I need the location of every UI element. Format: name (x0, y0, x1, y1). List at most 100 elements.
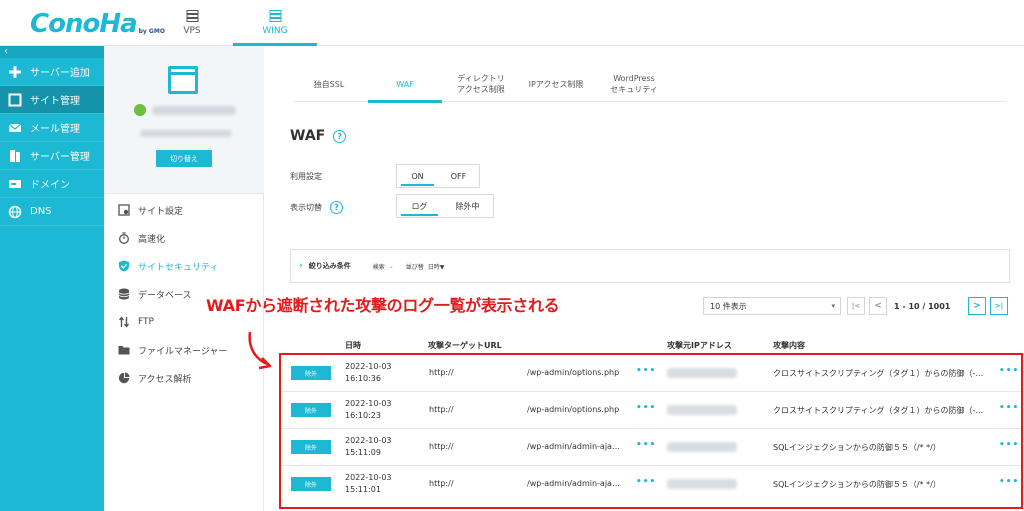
sidebar-item-label: サイト管理 (30, 96, 80, 107)
row-scheme: http:// (429, 442, 454, 451)
annotation-arrow-icon (248, 331, 272, 370)
per-page-select[interactable]: 10 件表示 ▾ (703, 297, 841, 315)
first-page-button[interactable]: |< (847, 297, 865, 315)
chevron-right-icon: › (299, 261, 303, 271)
menu-item-label: ファイルマネージャー (138, 346, 228, 357)
exclude-button[interactable]: 除外 (291, 440, 331, 454)
view-label: 表示切替 ? (290, 200, 343, 214)
tab-directory-access[interactable]: ディレクトリ アクセス制限 (444, 66, 518, 102)
view-toggle: ログ 除外中 (396, 194, 494, 218)
server-icon (10, 149, 20, 162)
url-more-button[interactable]: ••• (636, 366, 656, 376)
tab-vps[interactable]: VPS (150, 0, 234, 46)
source-ip-redacted (667, 442, 737, 452)
main-content: 独自SSL WAF ディレクトリ アクセス制限 IPアクセス制限 WordPre… (206, 46, 1024, 511)
usage-off-button[interactable]: OFF (438, 165, 479, 187)
globe-icon (8, 205, 22, 218)
sidebar-item-label: サーバー追加 (30, 68, 90, 79)
site-panel: 切り替え サイト設定 高速化 サイトセキュリティ データベース FTP ファイル… (104, 46, 264, 511)
exclude-button[interactable]: 除外 (291, 366, 331, 380)
usage-on-button[interactable]: ON (397, 165, 438, 187)
row-time: 16:10:23 (345, 411, 381, 420)
content-more-button[interactable]: ••• (999, 440, 1019, 450)
transfer-icon (118, 316, 130, 328)
help-icon[interactable]: ? (333, 129, 347, 143)
sidebar-item-domain[interactable]: ドメイン (0, 170, 104, 198)
sidebar-item-label: メール管理 (30, 124, 80, 135)
tab-wordpress-security[interactable]: WordPress セキュリティ (598, 66, 670, 102)
tab-label: 独自SSL (313, 79, 345, 89)
tab-label: WordPress セキュリティ (610, 74, 658, 94)
sidebar-collapse-button[interactable]: ‹ (0, 46, 104, 58)
sidebar-item-add-server[interactable]: サーバー追加 (0, 58, 104, 86)
row-content: クロスサイトスクリプティング（タグ１）からの防御（-… (773, 369, 983, 378)
top-bar: ConoHa by GMO VPS WING (0, 0, 1024, 46)
sidebar-item-label: DNS (30, 206, 52, 217)
table-row: 除外 2022-10-03 16:10:36 http:// /wp-admin/… (281, 355, 1021, 392)
menu-item-label: データベース (138, 290, 192, 301)
row-date: 2022-10-03 (345, 473, 392, 482)
view-label-text: 表示切替 (290, 202, 322, 212)
row-time: 15:11:09 (345, 448, 381, 457)
col-header-datetime: 日時 (345, 341, 361, 350)
content-more-button[interactable]: ••• (999, 366, 1019, 376)
view-excluded-button[interactable]: 除外中 (442, 195, 493, 217)
per-page-value: 10 件表示 (710, 301, 747, 311)
row-path: /wp-admin/admin-aja… (527, 479, 620, 488)
left-sidebar: ‹ サーバー追加 サイト管理 メール管理 サーバー管理 ドメイン DNS (0, 46, 104, 511)
row-time: 16:10:36 (345, 374, 381, 383)
sidebar-item-dns[interactable]: DNS (0, 198, 104, 226)
menu-item-site-settings[interactable]: サイト設定 (104, 196, 264, 224)
server-icon (186, 10, 198, 22)
exclude-button[interactable]: 除外 (291, 403, 331, 417)
prev-page-button[interactable]: < (869, 297, 887, 315)
tab-label: IPアクセス制限 (528, 79, 584, 89)
pie-chart-icon (118, 372, 130, 384)
filter-search[interactable]: 検索 (373, 262, 385, 271)
source-ip-redacted (667, 405, 737, 415)
tab-wing-label: WING (262, 26, 288, 36)
window-icon (8, 93, 22, 106)
exclude-button[interactable]: 除外 (291, 477, 331, 491)
filter-sort-value[interactable]: 日時▼ (428, 262, 445, 271)
wing-server-icon (269, 10, 281, 22)
menu-item-site-security[interactable]: サイトセキュリティ (104, 252, 264, 280)
row-content: SQLインジェクションからの防御５５（/* */） (773, 443, 941, 452)
page-range: 1 - 10 / 1001 (894, 301, 951, 311)
url-more-button[interactable]: ••• (636, 440, 656, 450)
switch-button[interactable]: 切り替え (156, 150, 212, 167)
tab-ip-access[interactable]: IPアクセス制限 (520, 66, 592, 102)
menu-item-label: FTP (138, 317, 154, 327)
tab-wing[interactable]: WING (233, 0, 317, 46)
row-date: 2022-10-03 (345, 436, 392, 445)
view-log-button[interactable]: ログ (397, 195, 442, 217)
tab-label: ディレクトリ アクセス制限 (457, 74, 505, 94)
menu-item-label: サイトセキュリティ (138, 262, 219, 273)
content-more-button[interactable]: ••• (999, 403, 1019, 413)
last-page-button[interactable]: >| (990, 297, 1008, 315)
content-more-button[interactable]: ••• (999, 477, 1019, 487)
menu-item-speed[interactable]: 高速化 (104, 224, 264, 252)
filter-label: 絞り込み条件 (308, 262, 351, 270)
row-path: /wp-admin/options.php (527, 368, 620, 377)
help-icon[interactable]: ? (330, 200, 343, 214)
next-page-button[interactable]: > (968, 297, 986, 315)
tab-ssl[interactable]: 独自SSL (294, 66, 364, 102)
sidebar-item-label: サーバー管理 (30, 152, 90, 163)
row-scheme: http:// (429, 479, 454, 488)
url-more-button[interactable]: ••• (636, 477, 656, 487)
chevron-down-icon: ▾ (831, 302, 835, 310)
sidebar-item-site-management[interactable]: サイト管理 (0, 86, 104, 114)
tab-waf[interactable]: WAF (368, 66, 442, 103)
row-content: SQLインジェクションからの防御５５（/* */） (773, 480, 941, 489)
sidebar-item-mail[interactable]: メール管理 (0, 114, 104, 142)
sidebar-item-server[interactable]: サーバー管理 (0, 142, 104, 170)
shield-icon (119, 260, 129, 272)
site-card: 切り替え (104, 46, 264, 194)
url-more-button[interactable]: ••• (636, 403, 656, 413)
site-window-icon (168, 66, 198, 94)
filter-panel[interactable]: › 絞り込み条件 検索 ⌄ 並び替 日時▼ (290, 249, 1010, 283)
conoha-logo[interactable]: ConoHa by GMO (30, 8, 165, 38)
row-scheme: http:// (429, 368, 454, 377)
tab-vps-label: VPS (183, 26, 201, 36)
